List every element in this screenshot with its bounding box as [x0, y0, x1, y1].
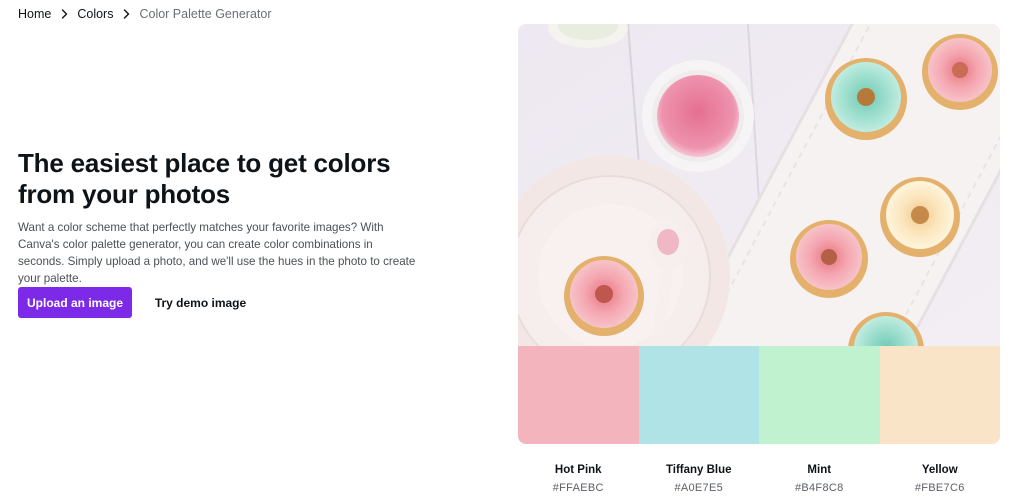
page-title: The easiest place to get colors from you…	[18, 148, 391, 209]
breadcrumb-home-link[interactable]: Home	[18, 7, 51, 21]
hero-description: Want a color scheme that perfectly match…	[18, 221, 416, 285]
color-hex[interactable]: #A0E7E5	[639, 481, 760, 495]
palette-labels: Hot Pink #FFAEBC Tiffany Blue #A0E7E5 Mi…	[518, 463, 1000, 495]
breadcrumb-colors-link[interactable]: Colors	[77, 7, 113, 21]
palette-preview-card	[518, 24, 1000, 444]
chevron-right-icon	[61, 9, 68, 19]
palette-swatches	[518, 346, 1000, 444]
color-name: Mint	[807, 464, 832, 476]
color-name: Yellow	[921, 464, 958, 476]
breadcrumb-current: Color Palette Generator	[139, 7, 272, 21]
donuts-photo	[518, 24, 1000, 346]
try-demo-image-button[interactable]: Try demo image	[149, 287, 252, 318]
color-hex[interactable]: #FBE7C6	[880, 481, 1001, 495]
upload-image-button[interactable]: Upload an image	[18, 287, 132, 318]
swatch-hot-pink[interactable]	[518, 346, 639, 444]
color-hex[interactable]: #FFAEBC	[518, 481, 639, 495]
swatch-mint[interactable]	[759, 346, 880, 444]
palette-label-tiffany-blue: Tiffany Blue #A0E7E5	[639, 463, 760, 495]
color-name: Hot Pink	[554, 464, 602, 476]
palette-label-mint: Mint #B4F8C8	[759, 463, 880, 495]
swatch-yellow[interactable]	[879, 346, 1000, 444]
palette-label-yellow: Yellow #FBE7C6	[880, 463, 1001, 495]
breadcrumb: Home Colors Color Palette Generator	[18, 6, 271, 22]
chevron-right-icon	[123, 9, 130, 19]
swatch-tiffany-blue[interactable]	[638, 346, 759, 444]
color-name: Tiffany Blue	[665, 464, 732, 476]
color-hex[interactable]: #B4F8C8	[759, 481, 880, 495]
palette-label-hot-pink: Hot Pink #FFAEBC	[518, 463, 639, 495]
